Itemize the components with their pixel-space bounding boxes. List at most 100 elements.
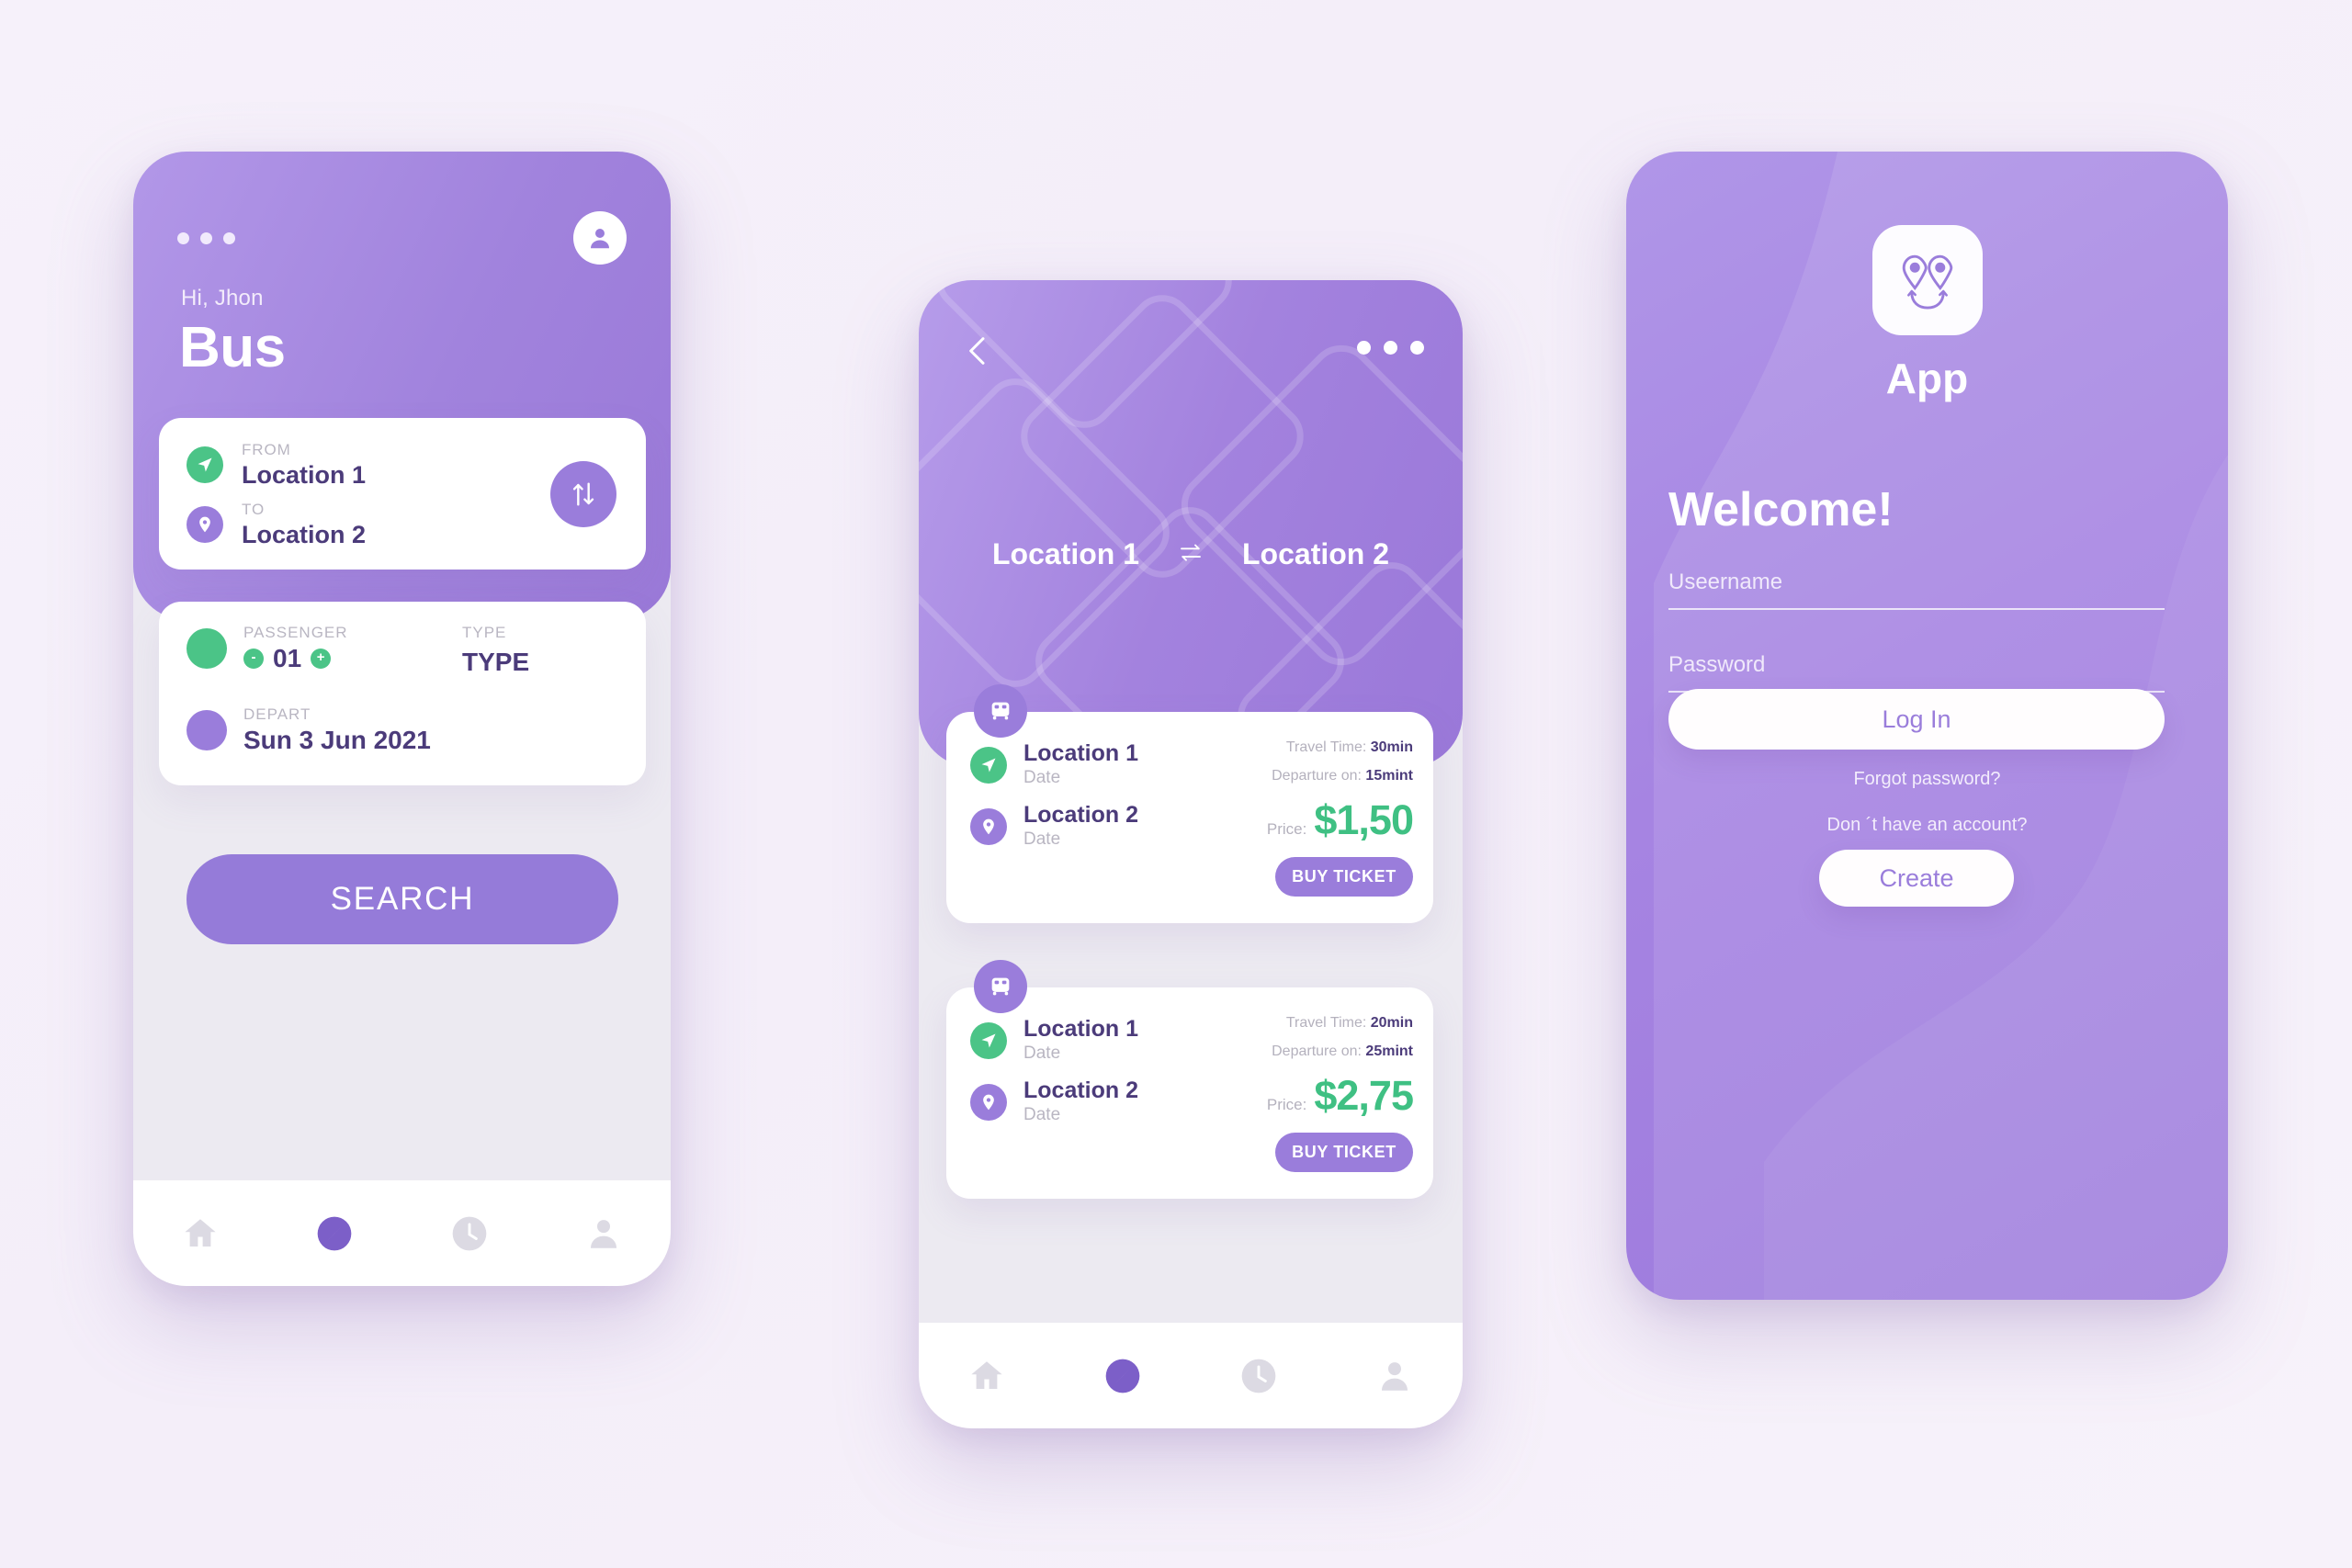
- no-account-text: Don ´t have an account?: [1826, 815, 2028, 835]
- ticket-to-date: Date: [1023, 1104, 1061, 1124]
- welcome-heading: Welcome!: [1668, 483, 1894, 536]
- phone-screen-results: Location 1 Location 2 Location 1 Date Lo…: [919, 280, 1463, 1428]
- ticket-from-date: Date: [1023, 767, 1061, 787]
- travel-time-value: 20min: [1370, 1015, 1413, 1031]
- username-field[interactable]: Useername: [1668, 570, 2165, 610]
- route-card: FROM Location 1 TO Location 2: [159, 418, 646, 570]
- more-dots-icon[interactable]: [1357, 341, 1424, 355]
- nav-person-icon[interactable]: [576, 1206, 631, 1261]
- passenger-icon: [187, 628, 227, 669]
- navigation-arrow-icon: [970, 746, 1007, 784]
- quantity-stepper[interactable]: - 01 +: [243, 644, 348, 673]
- phone2-bottom-nav: [919, 1323, 1463, 1428]
- to-row[interactable]: TO Location 2: [187, 500, 366, 550]
- price-row: Price: $1,50: [1202, 796, 1414, 844]
- buy-ticket-button[interactable]: BUY TICKET: [1275, 1133, 1413, 1172]
- type-label: TYPE: [462, 624, 507, 641]
- ticket-to-date: Date: [1023, 829, 1061, 849]
- price-value: $1,50: [1314, 796, 1414, 843]
- ticket-details: Travel Time: 20min Departure on: 25mint …: [1202, 1015, 1414, 1172]
- price-label: Price:: [1266, 1096, 1307, 1113]
- bus-icon: [974, 684, 1027, 738]
- price-value: $2,75: [1314, 1072, 1414, 1119]
- from-row[interactable]: FROM Location 1: [187, 440, 366, 491]
- map-pin-icon: [970, 1083, 1007, 1121]
- departure-time-value: 15mint: [1365, 768, 1413, 784]
- username-underline: [1668, 608, 2165, 610]
- ticket-route: Location 1 Date Location 2 Date: [970, 740, 1139, 865]
- ticket-from-row: Location 1 Date: [970, 1016, 1139, 1064]
- nav-person-icon[interactable]: [1367, 1348, 1422, 1404]
- options-card: PASSENGER - 01 + TYPE TYPE DEPART Sun 3 …: [159, 602, 646, 785]
- phone-screen-search: Hi, Jhon Bus FROM Location 1 TO Location…: [133, 152, 671, 1286]
- password-placeholder: Password: [1668, 652, 1766, 677]
- depart-group[interactable]: DEPART Sun 3 Jun 2021: [187, 705, 431, 755]
- departure-time: Departure on: 15mint: [1272, 768, 1413, 784]
- username-placeholder: Useername: [1668, 570, 1783, 594]
- search-button[interactable]: SEARCH: [187, 854, 618, 944]
- more-dots-icon[interactable]: [177, 232, 235, 244]
- price-label: Price:: [1266, 820, 1307, 838]
- passenger-group: PASSENGER - 01 +: [187, 624, 348, 673]
- travel-time: Travel Time: 20min: [1285, 1015, 1413, 1031]
- user-avatar-icon[interactable]: [573, 211, 627, 265]
- ticket-to-name: Location 2: [1023, 1077, 1139, 1104]
- passenger-label: PASSENGER: [243, 624, 348, 641]
- from-value: Location 1: [242, 461, 367, 490]
- increment-button[interactable]: +: [311, 649, 332, 669]
- create-account-button[interactable]: Create: [1819, 850, 2014, 907]
- bus-icon: [974, 960, 1027, 1013]
- nav-compass-icon[interactable]: [1095, 1348, 1150, 1404]
- smiley-map-pins-logo-icon: [1871, 225, 1983, 335]
- origin-label: Location 1: [991, 537, 1139, 570]
- nav-clock-icon[interactable]: [442, 1206, 497, 1261]
- from-label: FROM: [242, 441, 291, 458]
- nav-clock-icon[interactable]: [1231, 1348, 1286, 1404]
- forgot-password-link[interactable]: Forgot password?: [1626, 769, 2228, 790]
- route-summary-bar: Location 1 Location 2: [919, 537, 1463, 571]
- depart-value: Sun 3 Jun 2021: [243, 726, 431, 754]
- swap-vertical-arrows-icon[interactable]: [550, 461, 616, 527]
- navigation-arrow-icon: [970, 1021, 1007, 1059]
- navigation-arrow-icon: [187, 446, 223, 484]
- ticket-from-row: Location 1 Date: [970, 740, 1139, 788]
- phone1-body: FROM Location 1 TO Location 2 PASSENGER …: [133, 303, 671, 1157]
- departure-time: Departure on: 25mint: [1272, 1043, 1413, 1059]
- depart-icon: [187, 710, 227, 750]
- ticket-card[interactable]: Location 1 Date Location 2 Date Travel T…: [946, 684, 1433, 923]
- ticket-details: Travel Time: 30min Departure on: 15mint …: [1202, 739, 1414, 897]
- ticket-to-row: Location 2 Date: [970, 1078, 1138, 1125]
- ticket-card[interactable]: Location 1 Date Location 2 Date Travel T…: [946, 960, 1433, 1199]
- swap-horizontal-arrows-icon[interactable]: [1176, 538, 1205, 570]
- ticket-to-name: Location 2: [1023, 802, 1139, 829]
- ticket-from-name: Location 1: [1023, 740, 1139, 766]
- travel-time-value: 30min: [1370, 739, 1413, 755]
- nav-home-icon[interactable]: [173, 1206, 228, 1261]
- destination-label: Location 2: [1242, 537, 1390, 570]
- type-value: TYPE: [462, 648, 530, 676]
- phone-screen-login: App Welcome! Useername Password Log In F…: [1626, 152, 2228, 1300]
- nav-compass-icon[interactable]: [307, 1206, 362, 1261]
- chevron-left-icon[interactable]: [954, 326, 1003, 376]
- map-pin-icon: [187, 506, 223, 544]
- decrement-button[interactable]: -: [243, 649, 264, 669]
- ticket-from-date: Date: [1023, 1043, 1061, 1063]
- login-button[interactable]: Log In: [1668, 689, 2165, 750]
- ticket-route: Location 1 Date Location 2 Date: [970, 1016, 1139, 1141]
- departure-time-value: 25mint: [1365, 1043, 1413, 1059]
- buy-ticket-button[interactable]: BUY TICKET: [1275, 857, 1413, 897]
- nav-home-icon[interactable]: [959, 1348, 1014, 1404]
- map-pin-icon: [970, 807, 1007, 845]
- app-name: App: [1885, 355, 1969, 402]
- to-value: Location 2: [242, 521, 367, 549]
- travel-time: Travel Time: 30min: [1285, 739, 1413, 755]
- password-field[interactable]: Password: [1668, 652, 2165, 693]
- ticket-from-name: Location 1: [1023, 1016, 1139, 1042]
- passenger-count: 01: [273, 644, 302, 672]
- ticket-to-row: Location 2 Date: [970, 803, 1138, 850]
- phone1-bottom-nav: [133, 1180, 671, 1286]
- type-group[interactable]: TYPE TYPE: [462, 624, 529, 677]
- price-row: Price: $2,75: [1202, 1072, 1414, 1120]
- to-label: TO: [242, 501, 266, 518]
- depart-label: DEPART: [243, 705, 311, 723]
